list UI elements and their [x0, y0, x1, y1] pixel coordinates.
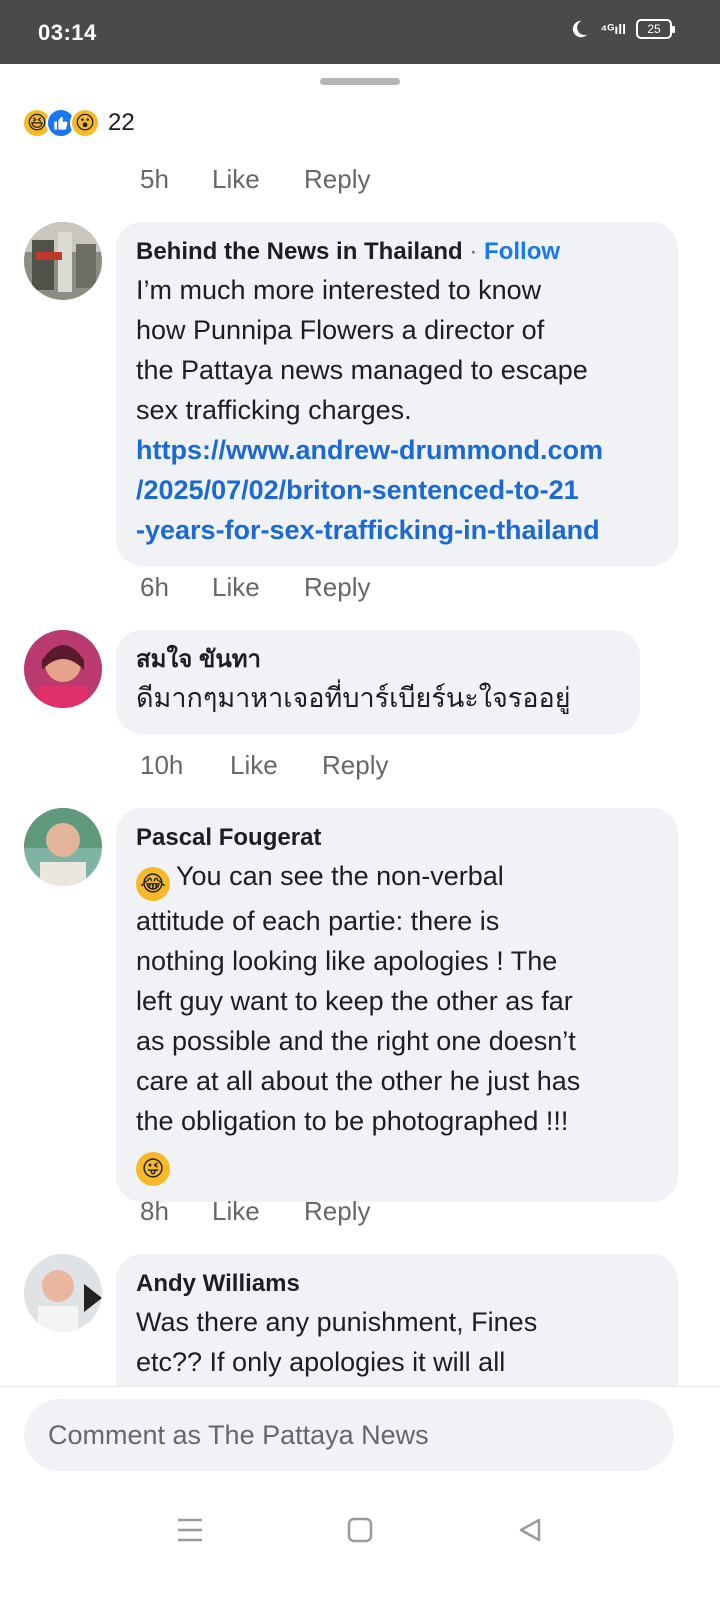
follow-button[interactable]: Follow: [484, 238, 560, 265]
comment-bubble[interactable]: Pascal Fougerat 😂 You can see the non-ver…: [116, 808, 678, 1202]
comment-time: 5h: [140, 164, 169, 194]
reply-button[interactable]: Reply: [322, 750, 388, 781]
like-button[interactable]: Like: [212, 1196, 304, 1227]
comment-text: Was there any punishment, Fines etc?? If…: [136, 1302, 658, 1382]
comment-line: sex trafficking charges.: [136, 395, 412, 425]
comment-time: 8h: [140, 1196, 169, 1226]
tongue-emoji-icon: 😜: [136, 1152, 170, 1186]
comment-author[interactable]: สมใจ ขันทา: [136, 642, 620, 678]
like-button[interactable]: Like: [230, 750, 322, 781]
avatar[interactable]: [24, 808, 102, 886]
reply-button[interactable]: Reply: [304, 572, 370, 603]
comment-line: I’m much more interested to know: [136, 275, 542, 305]
comment-line: attitude of each partie: there is: [136, 906, 500, 936]
wow-icon: 😮: [70, 108, 100, 138]
signal-icon: ⁴ᴳıll: [600, 21, 626, 37]
comment-line: ดีมากๆมาหาเจอที่บาร์เบียร์นะใจรออยู่: [136, 683, 571, 713]
comment-line: left guy want to keep the other as far: [136, 986, 573, 1016]
avatar[interactable]: [24, 630, 102, 708]
status-icons: ⁴ᴳıll 25: [568, 18, 675, 40]
system-nav-bar: [0, 1500, 720, 1560]
comment-line: 😜: [136, 1141, 658, 1186]
link-line[interactable]: /2025/07/02/briton-sentenced-to-21: [136, 470, 658, 510]
reaction-summary[interactable]: 😆 😮 22: [22, 108, 135, 138]
sheet-drag-handle[interactable]: [320, 78, 400, 85]
link-line[interactable]: https://www.andrew-drummond.com: [136, 430, 658, 470]
like-button[interactable]: Like: [212, 164, 304, 195]
separator-dot: ·: [469, 238, 478, 265]
moon-icon: [573, 20, 588, 38]
comment-line-text: You can see the non-verbal: [176, 861, 504, 891]
comment-actions: 5h Like Reply: [140, 164, 370, 195]
comment-line: 😂 You can see the non-verbal: [136, 856, 658, 901]
comment-author[interactable]: Pascal Fougerat: [136, 820, 658, 856]
comment-line: etc?? If only apologies it will all: [136, 1347, 506, 1377]
comments-sheet[interactable]: 😆 😮 22 5h Like Reply Behind the News in …: [0, 64, 720, 1424]
comment-actions: 8h Like Reply: [140, 1196, 370, 1227]
comment-actions: 10h Like Reply: [140, 750, 388, 781]
battery-icon: 25: [636, 19, 675, 39]
status-bar: 03:14 ⁴ᴳıll 25: [0, 0, 720, 64]
comment-text: ดีมากๆมาหาเจอที่บาร์เบียร์นะใจรออยู่: [136, 678, 620, 718]
comment-author-line: Behind the News in Thailand · Follow: [136, 234, 658, 270]
status-time: 03:14: [38, 20, 97, 45]
laugh-emoji-icon: 😂: [136, 867, 170, 901]
avatar[interactable]: [24, 1254, 102, 1332]
comment-input[interactable]: Comment as The Pattaya News: [24, 1399, 674, 1471]
comment-line: the Pattaya news managed to escape: [136, 355, 588, 385]
comment-composer-area: Comment as The Pattaya News: [0, 1386, 720, 1612]
comment-actions: 6h Like Reply: [140, 572, 370, 603]
comment-line: as possible and the right one doesn’t: [136, 1026, 576, 1056]
comment-line: the obligation to be photographed !!!: [136, 1106, 569, 1136]
reply-button[interactable]: Reply: [304, 1196, 370, 1227]
comment-line: nothing looking like apologies ! The: [136, 946, 558, 976]
avatar[interactable]: [24, 222, 102, 300]
comment-bubble[interactable]: สมใจ ขันทา ดีมากๆมาหาเจอที่บาร์เบียร์นะใ…: [116, 630, 640, 734]
reaction-count: 22: [108, 109, 135, 136]
link-line[interactable]: -years-for-sex-trafficking-in-thailand: [136, 510, 658, 550]
comment-text: I’m much more interested to know how Pun…: [136, 270, 658, 550]
comment-line: Was there any punishment, Fines: [136, 1307, 538, 1337]
comment-bubble[interactable]: Behind the News in Thailand · Follow I’m…: [116, 222, 678, 566]
reply-button[interactable]: Reply: [304, 164, 370, 195]
comment-time: 10h: [140, 750, 184, 780]
back-icon[interactable]: [510, 1510, 550, 1550]
comment-line: how Punnipa Flowers a director of: [136, 315, 545, 345]
comment-author[interactable]: Andy Williams: [136, 1266, 658, 1302]
menu-icon[interactable]: [170, 1510, 210, 1550]
comment-line: care at all about the other he just has: [136, 1066, 581, 1096]
article-link[interactable]: https://www.andrew-drummond.com /2025/07…: [136, 430, 658, 550]
comment-author[interactable]: Behind the News in Thailand: [136, 238, 463, 265]
like-button[interactable]: Like: [212, 572, 304, 603]
comment-text: 😂 You can see the non-verbal attitude of …: [136, 856, 658, 1186]
comment-time: 6h: [140, 572, 169, 602]
home-icon[interactable]: [340, 1510, 380, 1550]
